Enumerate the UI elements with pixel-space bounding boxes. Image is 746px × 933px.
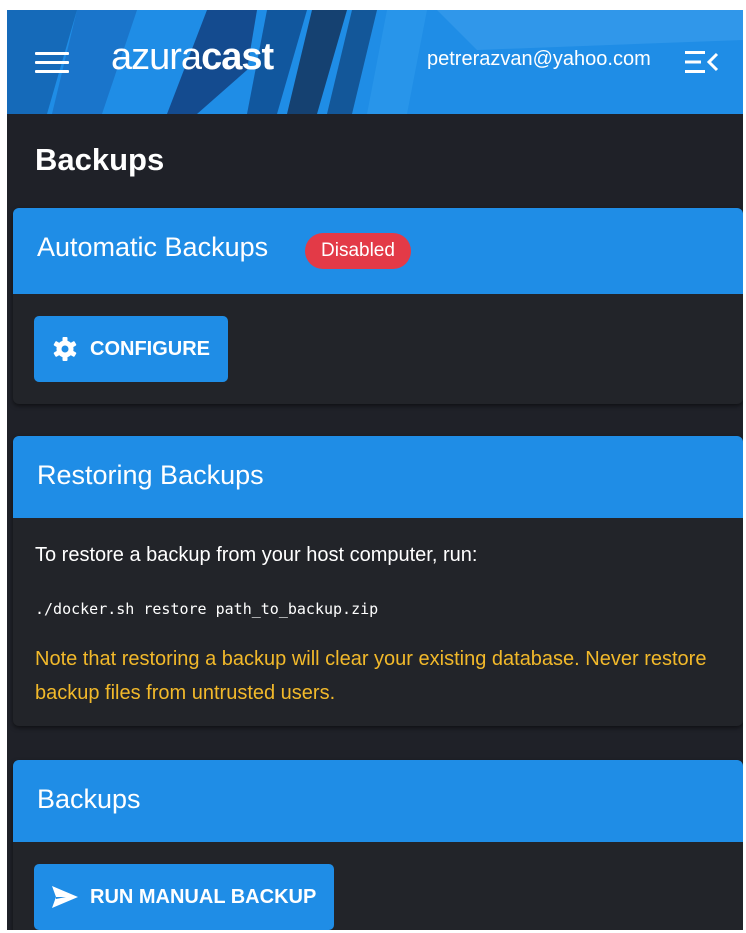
run-manual-backup-label: RUN MANUAL BACKUP xyxy=(90,885,317,908)
automatic-backups-title: Automatic Backups xyxy=(37,232,269,262)
backups-card: Backups RUN MANUAL BACKUP xyxy=(13,760,743,930)
automatic-backups-header: Automatic Backups Disabled xyxy=(13,208,743,294)
restore-instruction: To restore a backup from your host compu… xyxy=(35,544,478,566)
gear-icon xyxy=(52,336,78,362)
restoring-backups-title: Restoring Backups xyxy=(37,460,264,490)
header-bar: azuracast petrerazvan@yahoo.com xyxy=(7,10,743,114)
brand-logo-bold: cast xyxy=(201,36,274,78)
user-email[interactable]: petrerazvan@yahoo.com xyxy=(427,48,651,71)
restore-warning: Note that restoring a backup will clear … xyxy=(35,648,707,704)
restoring-backups-card: Restoring Backups To restore a backup fr… xyxy=(13,436,743,726)
page-title: Backups xyxy=(35,142,165,177)
status-badge: Disabled xyxy=(305,233,411,269)
configure-button-label: CONFIGURE xyxy=(90,337,210,360)
configure-button[interactable]: CONFIGURE xyxy=(34,316,228,382)
brand-logo-light: azura xyxy=(111,36,202,78)
run-manual-backup-button[interactable]: RUN MANUAL BACKUP xyxy=(34,864,335,930)
hamburger-menu-icon[interactable] xyxy=(35,52,69,74)
restore-command: ./docker.sh restore path_to_backup.zip xyxy=(35,600,379,618)
backups-header: Backups xyxy=(13,760,743,842)
collapse-sidebar-icon[interactable] xyxy=(685,50,719,74)
restoring-backups-header: Restoring Backups xyxy=(13,436,743,518)
brand-logo[interactable]: azuracast xyxy=(111,36,274,79)
send-icon xyxy=(52,886,78,908)
automatic-backups-card: Automatic Backups Disabled CONFIGURE xyxy=(13,208,743,404)
backups-title: Backups xyxy=(37,784,141,814)
app-window: azuracast petrerazvan@yahoo.com Backups … xyxy=(7,10,743,930)
